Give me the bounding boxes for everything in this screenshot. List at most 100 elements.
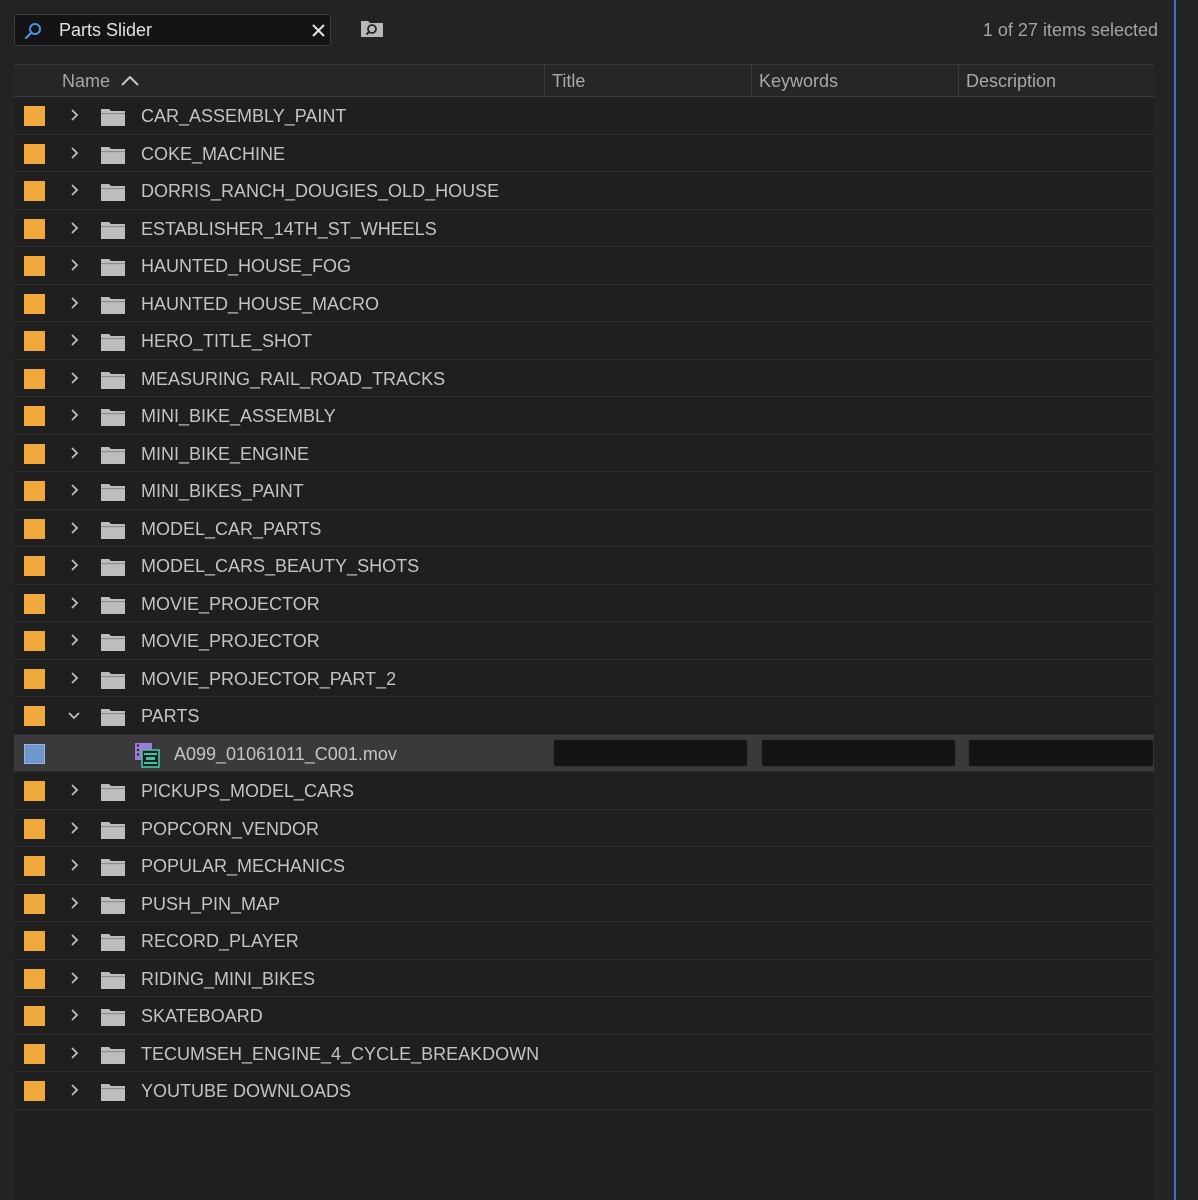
- bin-row[interactable]: MINI_BIKE_ASSEMBLY: [14, 397, 1154, 435]
- find-bin-icon[interactable]: [360, 18, 384, 38]
- label-color-swatch[interactable]: [24, 443, 45, 464]
- chevron-right-icon[interactable]: [67, 1083, 81, 1097]
- bin-name[interactable]: HERO_TITLE_SHOT: [141, 322, 312, 361]
- bin-name[interactable]: MEASURING_RAIL_ROAD_TRACKS: [141, 360, 445, 399]
- bin-row[interactable]: RIDING_MINI_BIKES: [14, 960, 1154, 999]
- label-color-swatch[interactable]: [24, 1081, 45, 1101]
- bin-name[interactable]: HAUNTED_HOUSE_MACRO: [141, 285, 379, 324]
- bin-row[interactable]: POPULAR_MECHANICS: [14, 847, 1154, 885]
- bin-name[interactable]: PICKUPS_MODEL_CARS: [141, 772, 354, 811]
- bin-row[interactable]: HAUNTED_HOUSE_FOG: [14, 247, 1154, 285]
- chevron-right-icon[interactable]: [67, 108, 81, 122]
- bin-row[interactable]: MOVIE_PROJECTOR: [14, 585, 1154, 624]
- label-color-swatch[interactable]: [24, 181, 45, 201]
- label-color-swatch[interactable]: [24, 743, 45, 764]
- bin-row[interactable]: HERO_TITLE_SHOT: [14, 322, 1154, 360]
- bin-row[interactable]: PUSH_PIN_MAP: [14, 885, 1154, 924]
- bin-row[interactable]: MOVIE_PROJECTOR_PART_2: [14, 660, 1154, 699]
- label-color-swatch[interactable]: [24, 481, 45, 501]
- bin-name[interactable]: PUSH_PIN_MAP: [141, 885, 280, 924]
- chevron-right-icon[interactable]: [67, 821, 81, 835]
- chevron-right-icon[interactable]: [67, 371, 81, 385]
- bin-row[interactable]: COKE_MACHINE: [14, 135, 1154, 174]
- bin-name[interactable]: MOVIE_PROJECTOR_PART_2: [141, 660, 396, 699]
- chevron-right-icon[interactable]: [67, 858, 81, 872]
- chevron-right-icon[interactable]: [67, 296, 81, 310]
- chevron-right-icon[interactable]: [67, 596, 81, 610]
- chevron-right-icon[interactable]: [67, 183, 81, 197]
- bin-name[interactable]: YOUTUBE DOWNLOADS: [141, 1072, 351, 1111]
- keywords-field[interactable]: [761, 738, 956, 767]
- bin-name[interactable]: MODEL_CARS_BEAUTY_SHOTS: [141, 547, 419, 586]
- label-color-swatch[interactable]: [24, 893, 45, 914]
- label-color-swatch[interactable]: [24, 368, 45, 389]
- label-color-swatch[interactable]: [24, 968, 45, 989]
- search-input[interactable]: [59, 18, 299, 42]
- bin-name[interactable]: MINI_BIKES_PAINT: [141, 472, 304, 511]
- bin-name[interactable]: ESTABLISHER_14TH_ST_WHEELS: [141, 210, 437, 249]
- label-color-swatch[interactable]: [24, 218, 45, 239]
- label-color-swatch[interactable]: [24, 818, 45, 839]
- chevron-right-icon[interactable]: [67, 446, 81, 460]
- close-icon[interactable]: [311, 23, 326, 38]
- bin-row[interactable]: HAUNTED_HOUSE_MACRO: [14, 285, 1154, 324]
- label-color-swatch[interactable]: [24, 593, 45, 614]
- label-color-swatch[interactable]: [24, 781, 45, 801]
- bin-name[interactable]: RIDING_MINI_BIKES: [141, 960, 315, 999]
- label-color-swatch[interactable]: [24, 293, 45, 314]
- label-color-swatch[interactable]: [24, 331, 45, 351]
- bin-row[interactable]: MODEL_CAR_PARTS: [14, 510, 1154, 549]
- column-name[interactable]: Name: [62, 65, 542, 96]
- bin-name[interactable]: MODEL_CAR_PARTS: [141, 510, 321, 549]
- bin-name[interactable]: RECORD_PLAYER: [141, 922, 299, 961]
- bin-row[interactable]: ESTABLISHER_14TH_ST_WHEELS: [14, 210, 1154, 249]
- bin-row[interactable]: PICKUPS_MODEL_CARS: [14, 772, 1154, 810]
- bin-name[interactable]: SKATEBOARD: [141, 997, 263, 1036]
- chevron-right-icon[interactable]: [67, 146, 81, 160]
- bin-row[interactable]: MINI_BIKES_PAINT: [14, 472, 1154, 510]
- search-box[interactable]: [14, 14, 331, 46]
- chevron-right-icon[interactable]: [67, 221, 81, 235]
- chevron-right-icon[interactable]: [67, 933, 81, 947]
- bin-row[interactable]: CAR_ASSEMBLY_PAINT: [14, 97, 1154, 135]
- label-color-swatch[interactable]: [24, 668, 45, 689]
- bin-name[interactable]: MOVIE_PROJECTOR: [141, 585, 320, 624]
- bin-name[interactable]: CAR_ASSEMBLY_PAINT: [141, 97, 346, 136]
- chevron-right-icon[interactable]: [67, 333, 81, 347]
- bin-row[interactable]: MINI_BIKE_ENGINE: [14, 435, 1154, 472]
- bin-row[interactable]: PARTS: [14, 697, 1154, 735]
- label-color-swatch[interactable]: [24, 631, 45, 651]
- chevron-right-icon[interactable]: [67, 483, 81, 497]
- label-color-swatch[interactable]: [24, 706, 45, 726]
- label-color-swatch[interactable]: [24, 556, 45, 576]
- label-color-swatch[interactable]: [24, 856, 45, 876]
- column-keywords[interactable]: Keywords: [751, 65, 958, 96]
- column-description[interactable]: Description: [958, 65, 1155, 96]
- bin-row[interactable]: YOUTUBE DOWNLOADS: [14, 1072, 1154, 1110]
- bin-row[interactable]: SKATEBOARD: [14, 997, 1154, 1035]
- chevron-right-icon[interactable]: [67, 783, 81, 797]
- chevron-down-icon[interactable]: [67, 708, 81, 722]
- bin-row[interactable]: POPCORN_VENDOR: [14, 810, 1154, 847]
- bin-row[interactable]: MODEL_CARS_BEAUTY_SHOTS: [14, 547, 1154, 585]
- chevron-right-icon[interactable]: [67, 1046, 81, 1060]
- chevron-right-icon[interactable]: [67, 671, 81, 685]
- bin-row[interactable]: RECORD_PLAYER: [14, 922, 1154, 960]
- bin-row[interactable]: MOVIE_PROJECTOR: [14, 622, 1154, 660]
- label-color-swatch[interactable]: [24, 931, 45, 951]
- label-color-swatch[interactable]: [24, 106, 45, 126]
- bin-name[interactable]: POPULAR_MECHANICS: [141, 847, 345, 886]
- label-color-swatch[interactable]: [24, 406, 45, 426]
- chevron-right-icon[interactable]: [67, 558, 81, 572]
- chevron-right-icon[interactable]: [67, 258, 81, 272]
- column-title[interactable]: Title: [544, 65, 751, 96]
- chevron-right-icon[interactable]: [67, 971, 81, 985]
- chevron-right-icon[interactable]: [67, 408, 81, 422]
- bin-name[interactable]: PARTS: [141, 697, 199, 736]
- chevron-right-icon[interactable]: [67, 521, 81, 535]
- clip-row[interactable]: A099_01061011_C001.mov: [14, 734, 1154, 772]
- chevron-right-icon[interactable]: [67, 896, 81, 910]
- bin-name[interactable]: COKE_MACHINE: [141, 135, 285, 174]
- bin-row[interactable]: TECUMSEH_ENGINE_4_CYCLE_BREAKDOWN: [14, 1035, 1154, 1072]
- bin-name[interactable]: DORRIS_RANCH_DOUGIES_OLD_HOUSE: [141, 172, 499, 211]
